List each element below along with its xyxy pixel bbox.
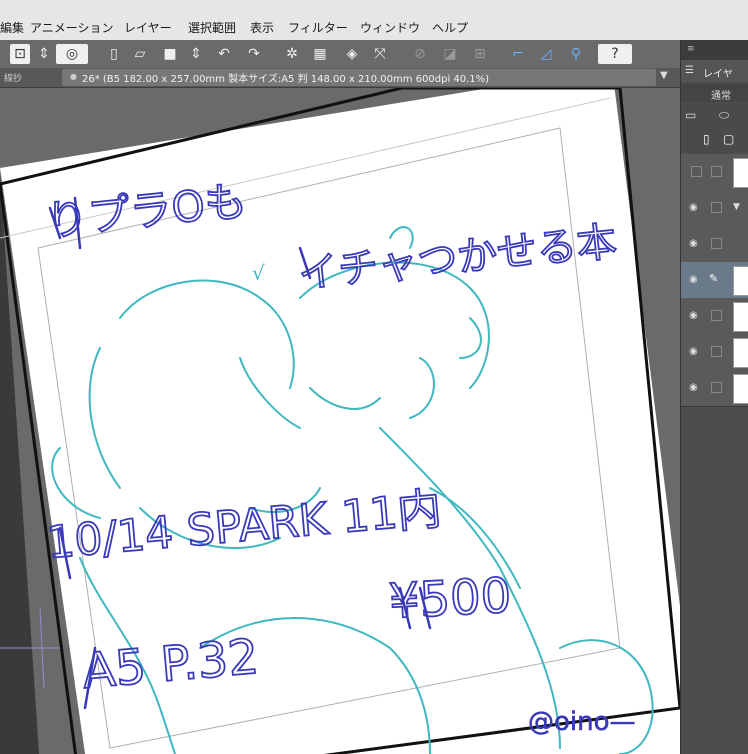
layer-folder-icon[interactable]: ▢ (723, 132, 734, 146)
disabled-tool-icon[interactable]: ⊘ (410, 44, 430, 64)
menu-bar: 編集 アニメーション レイヤー 選択範囲 表示 フィルター ウィンドウ ヘルプ (0, 0, 748, 41)
eye-icon[interactable]: ◉ (689, 274, 698, 285)
panel-tab-label: レイヤ (703, 69, 733, 80)
layer-row[interactable]: ◉ (681, 226, 748, 263)
canvas-area[interactable]: りプラOも イチャつかせる本 10/14 SPARK 11内 ¥500 A5 P… (0, 88, 680, 754)
layer-panel: ≡ ☰ レイヤ 通常 ▭ ⬭ ▯ ▢ ◉ ▼ ◉ ◉ ✎ ◉ ◉ ◉ (680, 40, 748, 754)
lasso-icon[interactable]: ◎ (56, 44, 88, 64)
open-folder-icon[interactable]: ▱ (130, 44, 150, 64)
layer-row[interactable] (681, 154, 748, 191)
artwork-svg: りプラOも イチャつかせる本 10/14 SPARK 11内 ¥500 A5 P… (0, 88, 680, 754)
undo-icon[interactable]: ↶ (214, 44, 234, 64)
opacity-box-icon[interactable]: ▭ (685, 108, 696, 122)
menu-filter[interactable]: フィルター (288, 19, 348, 36)
stepper-icon[interactable]: ⇕ (186, 44, 206, 64)
document-tab-title: 26* (B5 182.00 x 257.00mm 製本サイズ:A5 判 148… (82, 74, 490, 85)
layer-thumbnail (733, 374, 748, 404)
redo-icon[interactable]: ↷ (244, 44, 264, 64)
layer-row[interactable]: ◉ (681, 370, 748, 407)
layer-row[interactable]: ◉ ▼ (681, 190, 748, 227)
panel-collapse-bar: ≡ (681, 40, 748, 60)
spin-arrows-icon[interactable]: ⇕ (34, 44, 54, 64)
handle-text: @oino— (528, 707, 636, 737)
layer-row[interactable]: ◉ (681, 298, 748, 335)
clear-icon[interactable]: ✲ (282, 44, 302, 64)
new-layer-icon[interactable]: ▯ (703, 132, 710, 146)
layer-row-selected[interactable]: ◉ ✎ (681, 262, 748, 299)
eye-icon[interactable]: ◉ (689, 382, 698, 393)
document-tab-bar: 線抄 ● 26* (B5 182.00 x 257.00mm 製本サイズ:A5 … (0, 68, 680, 88)
disabled-tool-2-icon[interactable]: ◪ (440, 44, 460, 64)
layer-mask-icon[interactable]: ⬭ (719, 108, 729, 123)
prev-tab-label[interactable]: 線抄 (4, 71, 22, 84)
transform-scale-icon[interactable]: ⤧ (370, 44, 390, 64)
eye-icon[interactable]: ◉ (689, 238, 698, 249)
fill-layer-icon[interactable]: ▦ (310, 44, 330, 64)
collapse-icon[interactable]: ≡ (687, 44, 695, 54)
eye-icon[interactable]: ◉ (689, 202, 698, 213)
menu-edit[interactable]: 編集 (0, 19, 24, 36)
price-text: ¥500 (388, 568, 513, 630)
blend-mode-label: 通常 (711, 91, 731, 102)
menu-window[interactable]: ウィンドウ (360, 19, 420, 36)
transform-icon[interactable]: ⊡ (10, 44, 30, 64)
fill-bucket-icon[interactable]: ◈ (342, 44, 362, 64)
eye-icon[interactable]: ◉ (689, 310, 698, 321)
menu-selection[interactable]: 選択範囲 (188, 19, 236, 36)
ruler-snap-icon[interactable]: ⌐ (508, 44, 528, 64)
layer-thumbnail (733, 302, 748, 332)
save-icon[interactable]: ■ (160, 44, 180, 64)
special-ruler-icon[interactable]: ◿ (536, 44, 556, 64)
grid-snap-icon[interactable]: ⚲ (566, 44, 586, 64)
folder-expand-icon[interactable]: ▼ (733, 202, 740, 212)
layer-thumbnail (733, 266, 748, 296)
menu-layer[interactable]: レイヤー (124, 19, 172, 36)
pen-icon: ✎ (709, 272, 719, 285)
command-toolbar: ⊡ ⇕ ◎ ▯ ▱ ■ ⇕ ↶ ↷ ✲ ▦ ◈ ⤧ ⊘ ◪ ⊞ ⌐ ◿ ⚲ ? (0, 40, 680, 69)
menu-animation[interactable]: アニメーション (30, 19, 114, 36)
layers-icon: ☰ (685, 65, 694, 76)
document-tab[interactable]: ● 26* (B5 182.00 x 257.00mm 製本サイズ:A5 判 1… (62, 69, 656, 86)
menu-view[interactable]: 表示 (250, 19, 274, 36)
check-mark: √ (252, 261, 265, 285)
new-file-icon[interactable]: ▯ (104, 44, 124, 64)
eye-icon[interactable]: ◉ (689, 346, 698, 357)
menu-help[interactable]: ヘルプ (432, 19, 468, 36)
layer-panel-tab[interactable]: ☰ レイヤ (681, 60, 748, 82)
opacity-row: ▭ ⬭ (681, 104, 748, 128)
tab-menu-icon[interactable]: ▼ (660, 70, 668, 81)
layer-thumbnail (733, 158, 748, 188)
tab-dot-icon: ● (70, 72, 77, 81)
disabled-tool-3-icon[interactable]: ⊞ (470, 44, 490, 64)
layer-thumbnail (733, 338, 748, 368)
help-icon[interactable]: ? (598, 44, 632, 64)
layer-tools-row: ▯ ▢ (681, 128, 748, 152)
layer-row[interactable]: ◉ (681, 334, 748, 371)
blend-mode-bar[interactable]: 通常 (681, 84, 748, 102)
